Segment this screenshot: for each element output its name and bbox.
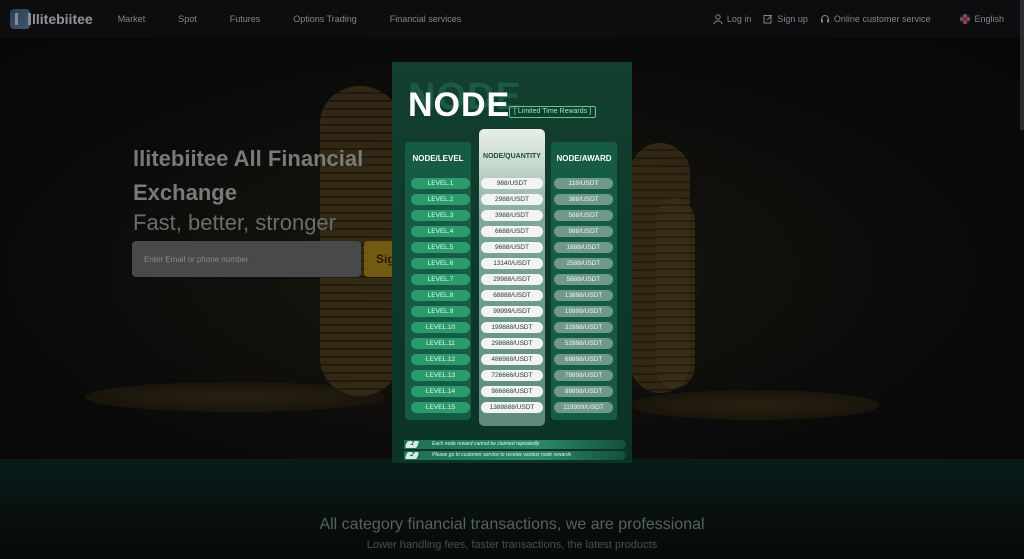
customer-service-link[interactable]: Online customer service [820,14,931,24]
row-award-cell: 119999/USDT [554,402,613,413]
row-level-cell: LEVEL.15 [411,402,470,413]
menu-financial-services[interactable]: Financial services [390,14,462,24]
row-award-cell: 2588/USDT [554,258,613,269]
features-section: All category financial transactions, we … [0,459,1024,559]
row-quantity-cell: 988/USDT [481,178,543,189]
page: llitebiitee Market Spot Futures Options … [0,0,1024,559]
signup-link[interactable]: Sign up [763,14,808,24]
edit-icon [763,14,773,24]
note-text: Each node reward cannot be claimed repea… [432,441,540,447]
scrollbar[interactable] [1020,0,1024,130]
row-award-cell: 1888/USDT [554,242,613,253]
note-number: 2 [404,452,420,459]
language-selector[interactable]: English [960,14,1004,24]
row-quantity-cell: 1388888/USDT [481,402,543,413]
signup-label: Sign up [777,14,808,24]
row-award-cell: 13888/USDT [554,290,613,301]
row-award-cell: 79898/USDT [554,370,613,381]
row-quantity-cell: 29988/USDT [481,274,543,285]
row-award-cell: 68888/USDT [554,354,613,365]
row-award-cell: 388/USDT [554,194,613,205]
row-quantity-cell: 68888/USDT [481,290,543,301]
row-level-cell: LEVEL.7 [411,274,470,285]
row-quantity-cell: 298888/USDT [481,338,543,349]
row-level-cell: LEVEL.6 [411,258,470,269]
row-level-cell: LEVEL.10 [411,322,470,333]
row-level-cell: LEVEL.13 [411,370,470,381]
login-label: Log in [726,14,752,24]
row-level-cell: LEVEL.2 [411,194,470,205]
note-number: 1 [404,441,420,448]
hero-subtitle: Fast, better, stronger [133,210,336,235]
row-quantity-cell: 486988/USDT [481,354,543,365]
row-award-cell: 89898/USDT [554,386,613,397]
row-award-cell: 32888/USDT [554,322,613,333]
headset-icon [820,15,829,23]
note-text: Please go to customer service to receive… [432,452,572,458]
row-level-cell: LEVEL.12 [411,354,470,365]
user-icon [713,14,723,24]
row-award-cell: 118/USDT [554,178,613,189]
row-level-cell: LEVEL.9 [411,306,470,317]
features-title: All category financial transactions, we … [319,516,705,533]
row-quantity-cell: 199888/USDT [481,322,543,333]
row-quantity-cell: 3988/USDT [481,210,543,221]
hero-title: llitebiitee All Financial Exchange [133,146,364,205]
main-menu: Market Spot Futures Options Trading Fina… [118,14,495,24]
row-level-cell: LEVEL.3 [411,210,470,221]
top-nav: llitebiitee Market Spot Futures Options … [0,0,1024,38]
nav-actions: Log in Sign up Online customer service E… [701,0,1004,38]
note-2: 2 Please go to customer service to recei… [404,451,626,460]
limited-time-tag: [ Limited Time Rewards ] [509,106,597,118]
features-subtitle: Lower handling fees, faster transactions… [366,539,658,551]
row-level-cell: LEVEL.8 [411,290,470,301]
row-level-cell: LEVEL.14 [411,386,470,397]
row-quantity-cell: 986868/USDT [481,386,543,397]
logo-icon [10,9,31,29]
row-quantity-cell: 2988/USDT [481,194,543,205]
note-1: 1 Each node reward cannot be claimed rep… [404,440,626,449]
menu-futures[interactable]: Futures [230,14,261,24]
customer-service-label: Online customer service [833,14,931,24]
quantity-header: NODE/QUANTITY [483,153,541,160]
row-level-cell: LEVEL.1 [411,178,470,189]
coin-decor [630,390,880,420]
menu-spot[interactable]: Spot [178,14,197,24]
row-level-cell: LEVEL.11 [411,338,470,349]
row-quantity-cell: 13140/USDT [481,258,543,269]
row-award-cell: 588/USDT [554,210,613,221]
node-rewards-popup[interactable]: NODE NODE [ Limited Time Rewards ] NODE/… [392,62,632,463]
uk-flag-icon [960,14,971,24]
email-input[interactable] [132,241,361,277]
award-header: NODE/AWARD [556,154,612,163]
language-label: English [974,14,1004,24]
menu-market[interactable]: Market [118,14,146,24]
level-header: NODE/LEVEL [412,154,464,163]
row-quantity-cell: 9688/USDT [481,242,543,253]
row-level-cell: LEVEL.5 [411,242,470,253]
brand-logo[interactable]: llitebiitee [10,9,93,29]
row-level-cell: LEVEL.4 [411,226,470,237]
menu-options-trading[interactable]: Options Trading [293,14,357,24]
row-award-cell: 52888/USDT [554,338,613,349]
coin-stack-decor [655,198,695,388]
row-award-cell: 988/USDT [554,226,613,237]
popup-title: NODE [408,86,511,124]
row-award-cell: 5888/USDT [554,274,613,285]
row-award-cell: 19999/USDT [554,306,613,317]
row-quantity-cell: 726666/USDT [481,370,543,381]
row-quantity-cell: 6688/USDT [481,226,543,237]
row-quantity-cell: 99999/USDT [481,306,543,317]
login-link[interactable]: Log in [713,14,752,24]
brand-name: llitebiitee [32,11,93,27]
